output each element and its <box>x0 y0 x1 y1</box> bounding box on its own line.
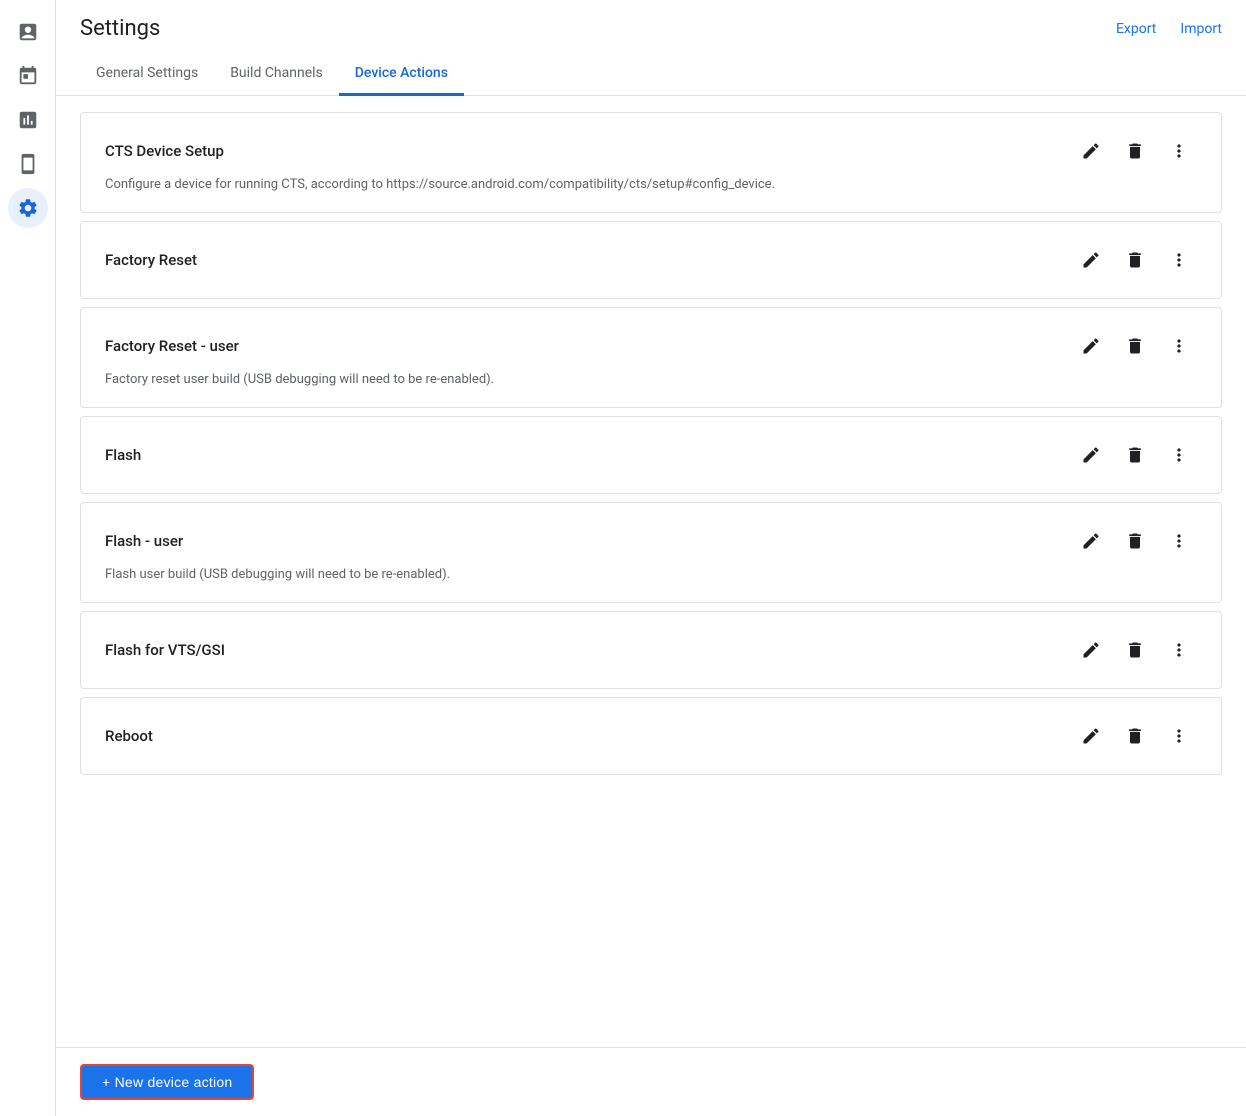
action-card-factory-reset-user: Factory Reset - user Factory reset user b… <box>80 307 1222 408</box>
pencil-icon <box>1081 640 1101 660</box>
delete-button[interactable] <box>1117 632 1153 668</box>
tabs-bar: General Settings Build Channels Device A… <box>56 53 1246 96</box>
tab-general-settings[interactable]: General Settings <box>80 53 214 96</box>
action-buttons <box>1073 133 1197 169</box>
delete-button[interactable] <box>1117 242 1153 278</box>
action-buttons <box>1073 523 1197 559</box>
analytics-icon <box>17 109 39 131</box>
action-card-row: CTS Device Setup <box>105 133 1197 169</box>
more-button[interactable] <box>1161 242 1197 278</box>
new-device-action-button[interactable]: + New device action <box>80 1064 254 1100</box>
more-vert-icon <box>1169 336 1189 356</box>
edit-button[interactable] <box>1073 523 1109 559</box>
delete-button[interactable] <box>1117 328 1153 364</box>
action-card-reboot: Reboot <box>80 697 1222 775</box>
device-icon <box>17 153 39 175</box>
action-card-row: Flash for VTS/GSI <box>105 632 1197 668</box>
action-card-factory-reset: Factory Reset <box>80 221 1222 299</box>
action-description: Flash user build (USB debugging will nee… <box>105 567 1197 582</box>
calendar-icon <box>17 65 39 87</box>
sidebar-item-device[interactable] <box>8 144 48 184</box>
action-title: Factory Reset - user <box>105 337 239 355</box>
pencil-icon <box>1081 531 1101 551</box>
import-link[interactable]: Import <box>1180 21 1222 37</box>
action-card-row: Factory Reset <box>105 242 1197 278</box>
edit-button[interactable] <box>1073 133 1109 169</box>
action-buttons <box>1073 632 1197 668</box>
more-button[interactable] <box>1161 328 1197 364</box>
content-area: CTS Device Setup Configure a device for r… <box>56 96 1246 1047</box>
trash-icon <box>1125 445 1145 465</box>
more-vert-icon <box>1169 445 1189 465</box>
action-card-row: Reboot <box>105 718 1197 754</box>
pencil-icon <box>1081 336 1101 356</box>
edit-button[interactable] <box>1073 242 1109 278</box>
edit-button[interactable] <box>1073 328 1109 364</box>
header-actions: Export Import <box>1116 21 1222 37</box>
trash-icon <box>1125 640 1145 660</box>
action-description: Factory reset user build (USB debugging … <box>105 372 1197 387</box>
action-title: Factory Reset <box>105 251 197 269</box>
footer: + New device action <box>56 1047 1246 1116</box>
more-vert-icon <box>1169 640 1189 660</box>
page-title: Settings <box>80 16 160 41</box>
trash-icon <box>1125 336 1145 356</box>
action-title: Reboot <box>105 727 153 745</box>
edit-button[interactable] <box>1073 632 1109 668</box>
edit-button[interactable] <box>1073 718 1109 754</box>
more-vert-icon <box>1169 726 1189 746</box>
more-button[interactable] <box>1161 437 1197 473</box>
settings-icon <box>17 197 39 219</box>
more-button[interactable] <box>1161 133 1197 169</box>
action-card-row: Factory Reset - user <box>105 328 1197 364</box>
edit-button[interactable] <box>1073 437 1109 473</box>
delete-button[interactable] <box>1117 718 1153 754</box>
sidebar-item-calendar[interactable] <box>8 56 48 96</box>
delete-button[interactable] <box>1117 523 1153 559</box>
more-button[interactable] <box>1161 718 1197 754</box>
more-vert-icon <box>1169 141 1189 161</box>
action-card-flash-vts-gsi: Flash for VTS/GSI <box>80 611 1222 689</box>
report-icon <box>17 21 39 43</box>
delete-button[interactable] <box>1117 133 1153 169</box>
action-card-cts-device-setup: CTS Device Setup Configure a device for r… <box>80 112 1222 213</box>
header: Settings Export Import <box>56 0 1246 41</box>
action-title: CTS Device Setup <box>105 142 224 160</box>
pencil-icon <box>1081 141 1101 161</box>
action-buttons <box>1073 437 1197 473</box>
action-card-row: Flash - user <box>105 523 1197 559</box>
tab-device-actions[interactable]: Device Actions <box>339 53 464 96</box>
action-buttons <box>1073 718 1197 754</box>
pencil-icon <box>1081 250 1101 270</box>
tab-build-channels[interactable]: Build Channels <box>214 53 339 96</box>
sidebar-item-settings[interactable] <box>8 188 48 228</box>
sidebar <box>0 0 56 1116</box>
trash-icon <box>1125 726 1145 746</box>
action-card-flash: Flash <box>80 416 1222 494</box>
delete-button[interactable] <box>1117 437 1153 473</box>
action-card-flash-user: Flash - user Flash user build (USB debugg… <box>80 502 1222 603</box>
action-title: Flash for VTS/GSI <box>105 641 225 659</box>
main-panel: Settings Export Import General Settings … <box>56 0 1246 1116</box>
more-button[interactable] <box>1161 523 1197 559</box>
more-button[interactable] <box>1161 632 1197 668</box>
more-vert-icon <box>1169 531 1189 551</box>
action-buttons <box>1073 242 1197 278</box>
pencil-icon <box>1081 726 1101 746</box>
trash-icon <box>1125 141 1145 161</box>
action-card-row: Flash <box>105 437 1197 473</box>
trash-icon <box>1125 531 1145 551</box>
sidebar-item-reports[interactable] <box>8 12 48 52</box>
pencil-icon <box>1081 445 1101 465</box>
sidebar-item-analytics[interactable] <box>8 100 48 140</box>
action-description: Configure a device for running CTS, acco… <box>105 177 1197 192</box>
more-vert-icon <box>1169 250 1189 270</box>
trash-icon <box>1125 250 1145 270</box>
action-buttons <box>1073 328 1197 364</box>
action-title: Flash <box>105 446 141 464</box>
export-link[interactable]: Export <box>1116 21 1156 37</box>
action-title: Flash - user <box>105 532 183 550</box>
